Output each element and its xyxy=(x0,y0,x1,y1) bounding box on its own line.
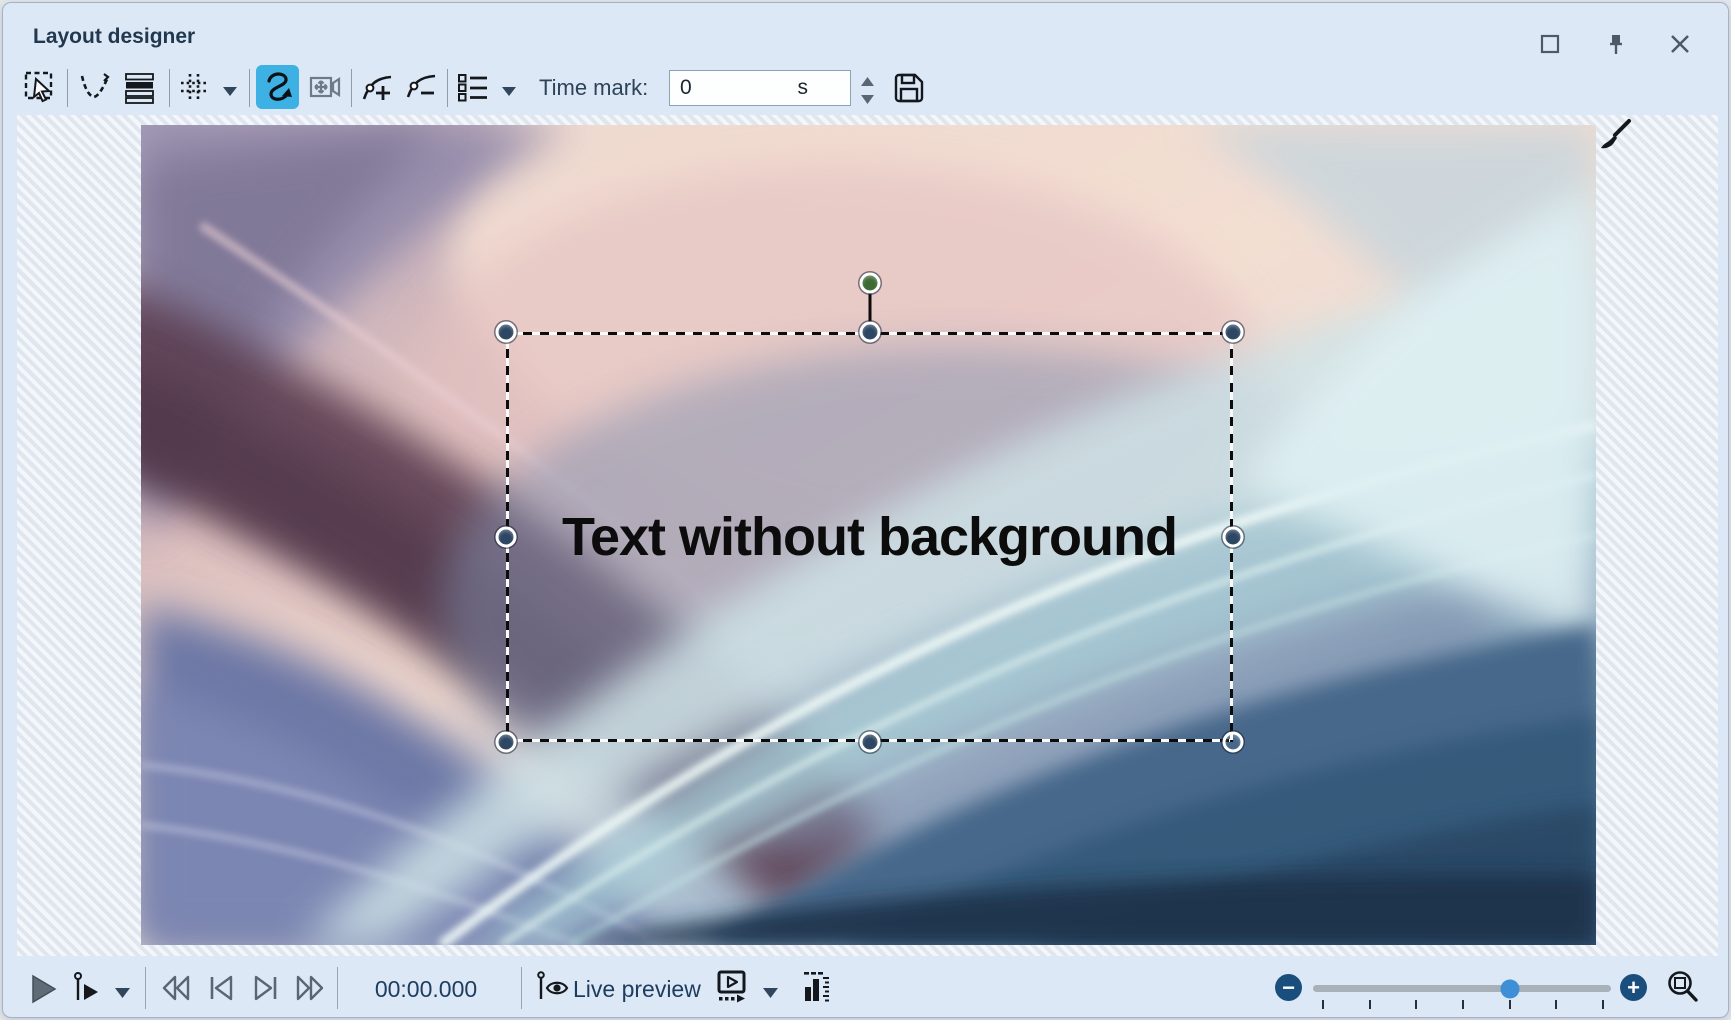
live-preview-label[interactable]: Live preview xyxy=(573,976,701,1003)
point-list-icon xyxy=(456,71,490,105)
rotation-handle[interactable] xyxy=(859,273,880,294)
chevron-down-icon xyxy=(763,988,778,998)
point-list-dropdown-button[interactable] xyxy=(502,83,516,101)
remove-point-icon xyxy=(404,70,440,106)
next-frame-button[interactable] xyxy=(249,971,283,1010)
play-icon xyxy=(25,971,61,1007)
toolbar-separator xyxy=(67,69,68,107)
point-list-tool[interactable] xyxy=(453,67,493,109)
add-point-tool[interactable] xyxy=(358,67,398,109)
remove-point-tool[interactable] xyxy=(402,67,442,109)
zoom-in-button[interactable]: + xyxy=(1620,974,1647,1001)
pin-button[interactable] xyxy=(1599,27,1633,61)
zoom-fit-button[interactable] xyxy=(1665,969,1703,1012)
resize-handle-middle-right[interactable] xyxy=(1223,527,1244,548)
time-mark-spinner xyxy=(858,73,876,105)
zoom-out-button[interactable]: − xyxy=(1275,974,1302,1001)
resize-handle-bottom-center[interactable] xyxy=(859,732,880,753)
chevron-down-icon xyxy=(115,988,130,998)
canvas-text[interactable]: Text without background xyxy=(506,332,1233,742)
close-button[interactable] xyxy=(1663,27,1697,61)
toolbar-separator xyxy=(249,69,250,107)
resize-handle-bottom-right[interactable] xyxy=(1223,732,1244,753)
resize-handle-bottom-left[interactable] xyxy=(496,732,517,753)
resize-handle-middle-left[interactable] xyxy=(496,527,517,548)
preview-canvas[interactable]: Text without background xyxy=(141,125,1596,945)
pin-icon xyxy=(1605,33,1627,55)
draw-curve-tool[interactable] xyxy=(256,65,299,109)
text-element-selection[interactable]: Text without background xyxy=(506,332,1233,742)
forward-icon xyxy=(293,971,327,1005)
transport-separator xyxy=(521,967,522,1009)
maximize-button[interactable] xyxy=(1533,27,1567,61)
preview-window-button[interactable] xyxy=(715,969,751,1012)
time-mark-label: Time mark: xyxy=(539,75,648,101)
save-button[interactable] xyxy=(889,67,929,109)
toolbar-separator xyxy=(351,69,352,107)
time-mark-input[interactable]: 0 s xyxy=(669,70,851,106)
maximize-icon xyxy=(1540,34,1560,54)
chevron-up-icon xyxy=(861,77,874,86)
grid-tool[interactable] xyxy=(175,67,215,109)
zoom-slider[interactable] xyxy=(1313,985,1611,992)
levels-icon xyxy=(801,969,833,1007)
zoom-ticks xyxy=(1313,998,1611,1010)
zoom-fit-icon xyxy=(1665,969,1703,1007)
grid-dropdown-button[interactable] xyxy=(223,83,237,101)
rewind-button[interactable] xyxy=(159,971,193,1010)
previous-frame-button[interactable] xyxy=(204,971,238,1010)
play-button[interactable] xyxy=(25,971,61,1012)
toolbar-separator xyxy=(447,69,448,107)
time-mark-value: 0 xyxy=(680,76,692,100)
next-frame-icon xyxy=(249,971,283,1005)
save-icon xyxy=(892,71,926,105)
grid-icon xyxy=(177,70,213,106)
time-mark-unit: s xyxy=(798,76,809,100)
chevron-down-icon xyxy=(861,95,874,104)
resize-handle-top-left[interactable] xyxy=(496,322,517,343)
resize-handle-top-center[interactable] xyxy=(859,322,880,343)
zoom-in-icon: + xyxy=(1627,977,1640,999)
window-title: Layout designer xyxy=(33,25,195,49)
add-point-icon xyxy=(360,70,396,106)
chevron-down-icon xyxy=(502,87,516,96)
camera-pan-icon xyxy=(308,70,344,106)
toolbar-separator xyxy=(169,69,170,107)
play-from-marker-icon xyxy=(71,969,105,1007)
play-from-marker-button[interactable] xyxy=(71,969,105,1012)
zoom-slider-thumb[interactable] xyxy=(1500,979,1519,998)
levels-button[interactable] xyxy=(801,969,833,1012)
close-icon xyxy=(1669,33,1691,55)
transport-separator xyxy=(337,967,338,1009)
time-display: 00:00.000 xyxy=(351,976,501,1003)
spinner-down-button[interactable] xyxy=(861,91,874,109)
select-curve-tool[interactable] xyxy=(75,67,115,109)
zoom-out-icon: − xyxy=(1282,977,1295,999)
play-options-dropdown[interactable] xyxy=(115,985,130,1003)
draw-curve-icon xyxy=(259,68,297,106)
design-surface: Text without background xyxy=(17,115,1718,956)
select-area-tool[interactable] xyxy=(21,67,61,109)
preview-options-dropdown[interactable] xyxy=(763,985,778,1003)
brush-icon xyxy=(1593,117,1633,161)
live-preview-toggle[interactable] xyxy=(535,969,573,1012)
camera-pan-tool[interactable] xyxy=(306,67,346,109)
transport-separator xyxy=(145,967,146,1009)
rewind-icon xyxy=(159,971,193,1005)
select-area-icon xyxy=(23,70,59,106)
preview-window-icon xyxy=(715,969,751,1007)
layers-icon xyxy=(123,71,157,105)
resize-handle-top-right[interactable] xyxy=(1223,322,1244,343)
live-preview-icon xyxy=(535,969,573,1007)
select-curve-icon xyxy=(77,70,113,106)
previous-frame-icon xyxy=(204,971,238,1005)
layout-designer-window: Layout designer xyxy=(2,2,1729,1018)
layers-tool[interactable] xyxy=(120,67,160,109)
spinner-up-button[interactable] xyxy=(861,73,874,91)
forward-button[interactable] xyxy=(293,971,327,1010)
chevron-down-icon xyxy=(223,87,237,96)
brush-cursor xyxy=(1593,117,1633,166)
